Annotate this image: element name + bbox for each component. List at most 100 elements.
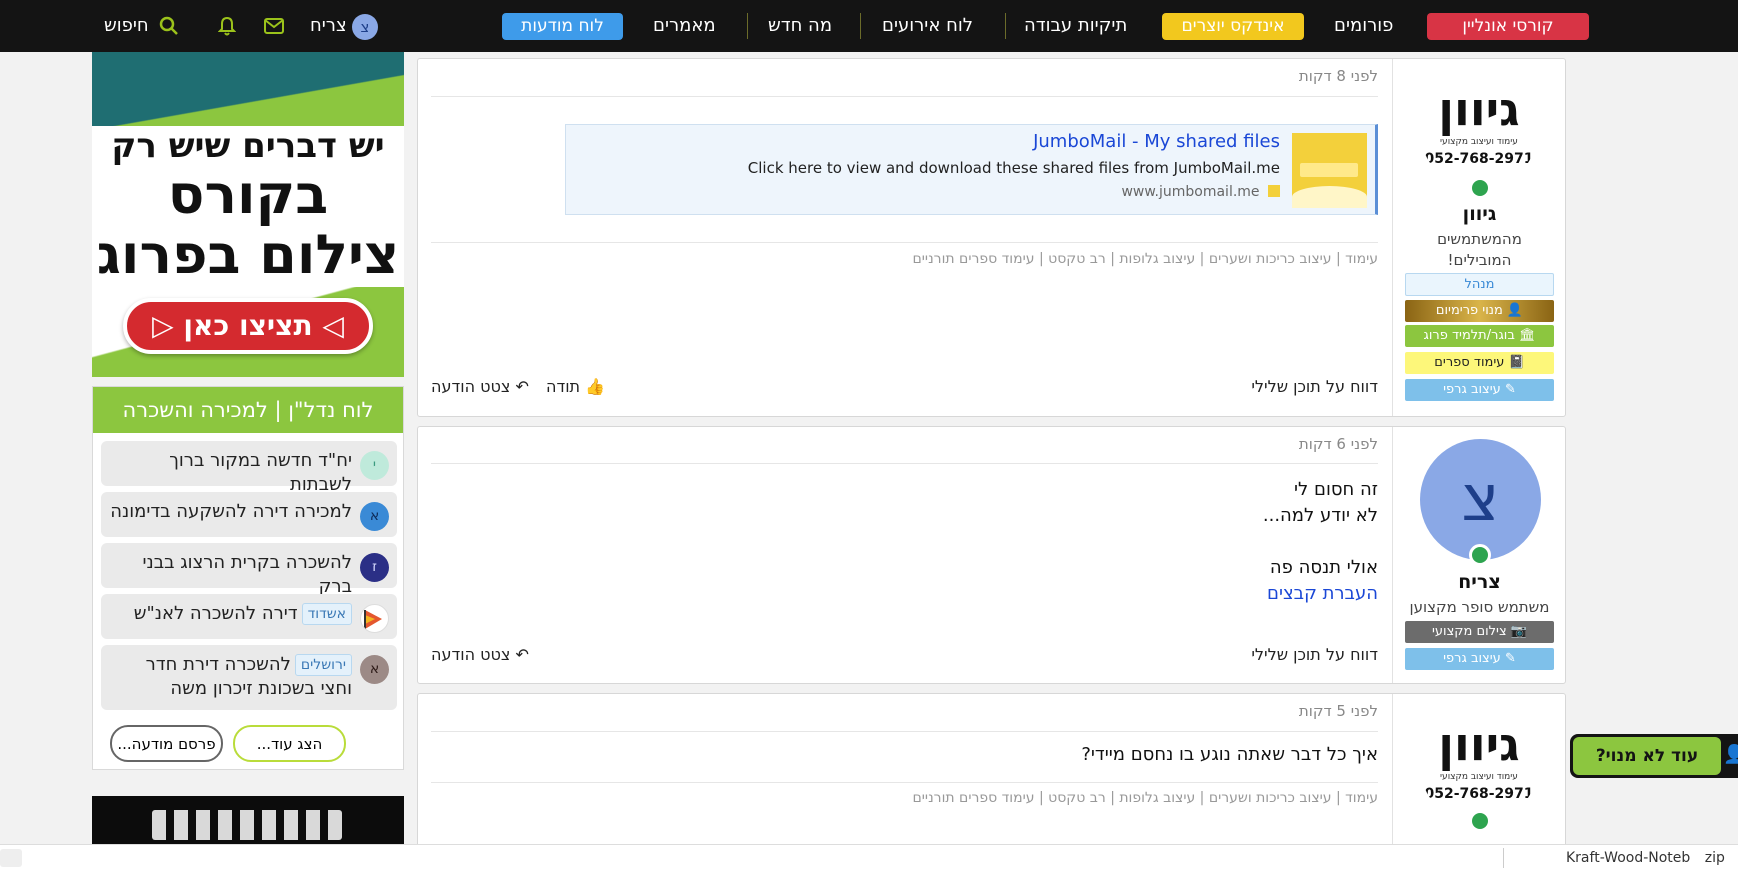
camera-icon: 📷 (1510, 624, 1527, 639)
logo-phone: 052-768-2971 (1424, 786, 1534, 802)
post-timestamp[interactable]: לפני 5 דקות (1299, 702, 1378, 720)
post-author-panel: צ צריח משתמש סופר מקצוען 📷 צילום מקצועי … (1392, 427, 1565, 683)
post-body: איך כל דבר שאתה נוגע בו נחסם מיידי? (1081, 744, 1378, 765)
author-avatar[interactable]: צ (1420, 439, 1541, 560)
post-divider (431, 96, 1378, 97)
ad-cta-right-arrow-icon: ▷ (152, 309, 184, 342)
author-logo-avatar[interactable]: גיוון עימוד ועיצוב מקצועי 052-768-2971 (1420, 706, 1538, 824)
real-estate-board-title[interactable]: לוח נדל"ן | למכירה והשכרה (93, 387, 403, 433)
quote-button[interactable]: ↶ צטט הודעה (431, 377, 529, 396)
board-item-city-tag: ירושלים (294, 654, 352, 676)
board-item-flag-icon (360, 604, 389, 633)
post-author-panel: גיוון עימוד ועיצוב מקצועי 052-768-2971 ג… (1392, 59, 1565, 416)
board-list-item[interactable]: א למכירה דירה להשקעה בדימונה (101, 492, 397, 537)
search-icon[interactable] (159, 16, 179, 40)
show-more-button[interactable]: הצג עוד... (233, 725, 346, 762)
post-line: זה חסום לי (1294, 479, 1378, 500)
graduate-badge-label: בוגר/תלמיד פרוג (1423, 328, 1515, 343)
user-avatar[interactable]: צ (352, 14, 378, 40)
file-transfer-link[interactable]: העברת קבצים (1263, 581, 1378, 607)
link-preview-title[interactable]: JumboMail - My shared files (1033, 131, 1280, 152)
author-logo-avatar[interactable]: גיוון עימוד ועיצוב מקצועי 052-768-2971 (1420, 71, 1538, 189)
board-item-avatar: ז (360, 553, 389, 582)
online-status-icon (1469, 544, 1491, 566)
link-preview-domain: www.jumbomail.me (1121, 184, 1260, 200)
user-plus-icon: 👤 (1723, 744, 1738, 765)
forum-post: גיוון עימוד ועיצוב מקצועי 052-768-2971 ג… (417, 58, 1566, 417)
photography-course-ad-banner[interactable]: יש דברים שיש רק בקורס צילום בפרוג ◁ תציצ… (92, 52, 404, 377)
report-link[interactable]: דווח על תוכן שלילי (1251, 377, 1378, 396)
logo-tagline: עימוד ועיצוב מקצועי (1440, 772, 1518, 782)
nav-separator (747, 13, 748, 39)
nav-events-board-link[interactable]: לוח אירועים (882, 0, 973, 52)
board-list-item[interactable]: י יח"ד חדשה במקור ברוך לשבתות (101, 441, 397, 495)
quote-button[interactable]: ↶ צטט הודעה (431, 645, 529, 664)
post-divider (431, 463, 1378, 464)
download-item[interactable]: Kraft-Wood-Noteb zip (1566, 850, 1725, 866)
download-bar: Kraft-Wood-Noteb zip (0, 844, 1738, 870)
graphic-design-badge: ✎ עיצוב גרפי (1405, 648, 1554, 670)
download-item-ext: zip (1704, 850, 1725, 866)
nav-creators-index-button[interactable]: אינדקס יוצרים (1162, 13, 1304, 40)
download-bar-handle[interactable] (0, 849, 22, 867)
ad-headline-3: צילום בפרוג (96, 223, 400, 286)
reply-arrow-icon: ↶ (515, 645, 529, 664)
author-avatar-letter: צ (1461, 462, 1500, 536)
board-list-item[interactable]: ז להשכרה בקרית הרצוג בבני ברק (101, 543, 397, 597)
author-title: מהמשתמשים המובילים! (1437, 230, 1522, 269)
nav-ads-board-button[interactable]: לוח מודעות (502, 13, 623, 40)
logo-name-art: גיוון (1438, 82, 1520, 136)
graphic-design-badge-label: עיצוב גרפי (1443, 651, 1501, 666)
thumbnail-art (1300, 163, 1358, 177)
author-title: משתמש סופר מקצוען (1409, 598, 1550, 616)
post-signature: עימוד | עיצוב כריכות ושערים | עיצוב גלופ… (912, 251, 1378, 267)
download-item-name: Kraft-Wood-Noteb (1566, 850, 1691, 866)
link-preview-card[interactable]: JumboMail - My shared files Click here t… (565, 124, 1378, 215)
board-item-avatar: א (360, 502, 389, 531)
author-name[interactable]: צריח (1393, 571, 1566, 593)
ad-cta-left-arrow-icon: ◁ (312, 309, 344, 342)
board-item-text: אשדודדירה להשכרה לאנ"ש (109, 602, 352, 626)
post-divider (431, 731, 1378, 732)
board-item-text: יח"ד חדשה במקור ברוך לשבתות (169, 450, 352, 495)
nav-online-courses-button[interactable]: קורסי אונליין (1427, 13, 1589, 40)
board-list-item[interactable]: אשדודדירה להשכרה לאנ"ש (101, 594, 397, 639)
nav-job-portfolios-link[interactable]: תיקיות עבודה (1024, 0, 1127, 52)
online-status-icon (1469, 177, 1491, 199)
messages-icon[interactable] (264, 18, 284, 38)
user-name-link[interactable]: צריח (310, 0, 347, 52)
nav-forums-link[interactable]: פורומים (1334, 0, 1393, 52)
download-bar-divider (1503, 848, 1504, 868)
thumbnail-cloud (1292, 186, 1367, 208)
quote-label: צטט הודעה (431, 377, 511, 396)
post-timestamp[interactable]: לפני 8 דקות (1299, 67, 1378, 85)
pencil-icon: ✎ (1504, 651, 1516, 666)
post-body: זה חסום לי לא יודע למה... אולי תנסה פה ה… (1263, 477, 1378, 607)
nav-separator (1005, 13, 1006, 39)
post-timestamp[interactable]: לפני 6 דקות (1299, 435, 1378, 453)
nav-articles-link[interactable]: מאמרים (653, 0, 716, 52)
nav-whats-new-link[interactable]: מה חדש (768, 0, 832, 52)
logo-name-art: גיוון (1438, 717, 1520, 771)
search-link[interactable]: חיפוש (104, 0, 149, 52)
logo-tagline: עימוד ועיצוב מקצועי (1440, 137, 1518, 147)
pro-photography-badge-label: צילום מקצועי (1432, 624, 1507, 639)
subscribe-float-tab[interactable]: עוד לא מנוי? 👤 (1570, 734, 1738, 778)
signature-divider (431, 782, 1378, 783)
ad-headline-1: יש דברים שיש רק (111, 126, 385, 166)
author-role-badge: מנהל (1405, 273, 1554, 296)
author-name[interactable]: גיוון (1393, 203, 1566, 225)
ad-headline-2: בקורס (167, 163, 329, 226)
board-list-item[interactable]: א ירושליםלהשכרה דירת חדר וחצי בשכונת זיכ… (101, 645, 397, 710)
user-icon: 👤 (1506, 303, 1524, 318)
board-item-text: למכירה דירה להשקעה בדימונה (110, 501, 352, 522)
ad-cta-button[interactable]: ◁ תציצו כאן ▷ (123, 298, 373, 354)
thanks-button[interactable]: 👍 תודה (546, 377, 605, 396)
graphic-design-badge: ✎ עיצוב גרפי (1405, 379, 1554, 401)
board-item-text: ירושליםלהשכרה דירת חדר וחצי בשכונת זיכרו… (109, 653, 352, 701)
notifications-bell-icon[interactable] (217, 16, 237, 40)
post-ad-button[interactable]: פרסם מודעה... (110, 725, 223, 762)
graphic-design-badge-label: עיצוב גרפי (1443, 382, 1501, 397)
report-link[interactable]: דווח על תוכן שלילי (1251, 645, 1378, 664)
post-content: לפני 8 דקות JumboMail - My shared files … (431, 59, 1378, 416)
